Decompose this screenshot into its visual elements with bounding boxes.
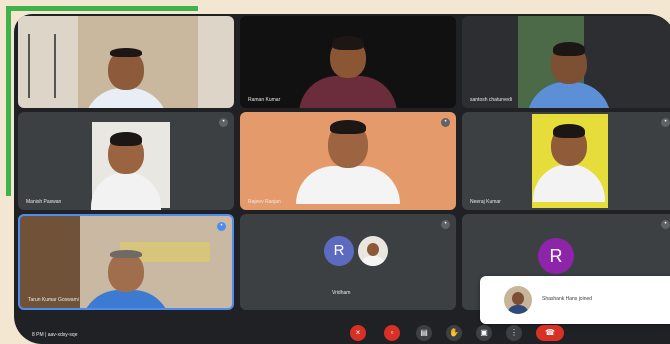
participant-name: santosh chaturvedi xyxy=(470,97,512,103)
mic-icon: • xyxy=(441,220,450,229)
present-button[interactable]: ▣ xyxy=(476,325,492,341)
more-options-button[interactable]: ⋮ xyxy=(506,325,522,341)
participant-tile[interactable]: Neeraj Kumar • xyxy=(462,112,670,210)
call-controls-bar: 8 PM | aav-xdsy-sqe × ▫ ▤ ✋ ▣ ⋮ ☎ xyxy=(14,322,670,344)
participant-name: Neeraj Kumar xyxy=(470,199,501,205)
avatar: R xyxy=(324,236,354,266)
mic-off-button[interactable]: × xyxy=(350,325,366,341)
participant-name: Tarun Kumar Goswami xyxy=(28,297,79,303)
participant-tile[interactable] xyxy=(18,16,234,108)
easel-background xyxy=(28,34,56,98)
participant-tile[interactable]: Rajeev Ranjan • xyxy=(240,112,456,210)
mic-icon: • xyxy=(217,222,226,231)
participant-name: Vridham xyxy=(332,290,351,296)
participant-name: Manish Paswan xyxy=(26,199,62,205)
mic-icon: • xyxy=(441,118,450,127)
decorative-green-border-left xyxy=(6,6,11,196)
participant-video xyxy=(533,124,605,202)
avatar-photo xyxy=(358,236,388,266)
end-call-button[interactable]: ☎ xyxy=(536,325,564,341)
participant-tile[interactable]: Manish Paswan • xyxy=(18,112,234,210)
join-notification-text: Shashank Hans joined xyxy=(542,296,593,302)
participant-video xyxy=(84,48,168,108)
mic-icon: • xyxy=(219,118,228,127)
participant-tile-pinned[interactable]: Tarun Kumar Goswami • xyxy=(18,214,234,310)
participant-video xyxy=(296,120,400,204)
participant-name: Raman Kumar xyxy=(248,97,281,103)
participant-tile[interactable]: R Vridham • xyxy=(240,214,456,310)
participant-video xyxy=(91,132,161,210)
decorative-green-border-top xyxy=(6,6,198,11)
cabinet-background xyxy=(20,216,80,308)
captions-button[interactable]: ▤ xyxy=(416,325,432,341)
participant-tile[interactable]: santosh chaturvedi xyxy=(462,16,670,108)
participant-video xyxy=(81,250,171,308)
camera-off-button[interactable]: ▫ xyxy=(384,325,400,341)
participant-video xyxy=(299,36,397,108)
meeting-window: Raman Kumar santosh chaturvedi Manish Pa… xyxy=(14,14,670,344)
mic-icon: • xyxy=(661,220,670,229)
meeting-time-and-code: 8 PM | aav-xdsy-sqe xyxy=(32,332,78,338)
avatar xyxy=(504,286,532,314)
participant-name: Rajeev Ranjan xyxy=(248,199,281,205)
avatar: R xyxy=(538,238,574,274)
participant-video xyxy=(527,42,611,108)
raise-hand-button[interactable]: ✋ xyxy=(446,325,462,341)
participant-tile[interactable]: Raman Kumar xyxy=(240,16,456,108)
join-notification[interactable]: Shashank Hans joined xyxy=(480,276,670,324)
mic-icon: • xyxy=(661,118,670,127)
